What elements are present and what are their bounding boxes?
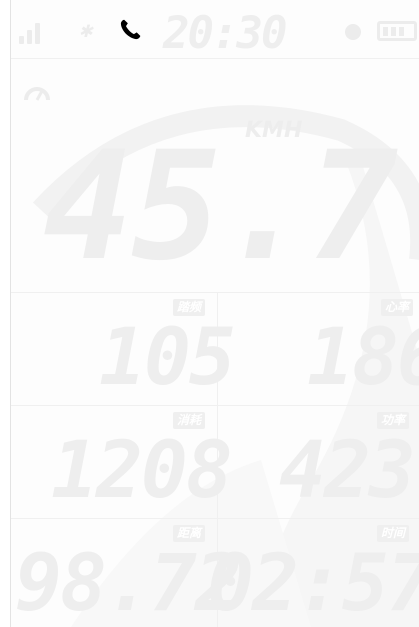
- power-value: 423: [279, 426, 416, 516]
- battery-icon: [377, 21, 417, 41]
- bike-computer-screen: ✱ 20:30 KMH 45.7 踏频 105 心率 186 消耗 1208 功…: [10, 0, 419, 627]
- calories-value: 1208: [51, 426, 233, 516]
- ride-time-value: 02:57: [207, 539, 419, 627]
- clock-time: 20:30: [163, 8, 287, 59]
- divider: [11, 405, 419, 406]
- status-bar: ✱ 20:30: [11, 0, 419, 59]
- divider: [11, 518, 419, 519]
- heart-rate-value: 186: [307, 313, 419, 403]
- record-dot-icon: [345, 24, 361, 40]
- bluetooth-icon: ✱: [79, 18, 93, 43]
- speedometer-icon: [24, 87, 50, 101]
- phone-icon: [120, 19, 141, 40]
- speed-value: 45.7: [43, 120, 398, 294]
- cadence-value: 105: [99, 313, 236, 403]
- signal-icon: [19, 22, 43, 44]
- divider: [11, 292, 419, 293]
